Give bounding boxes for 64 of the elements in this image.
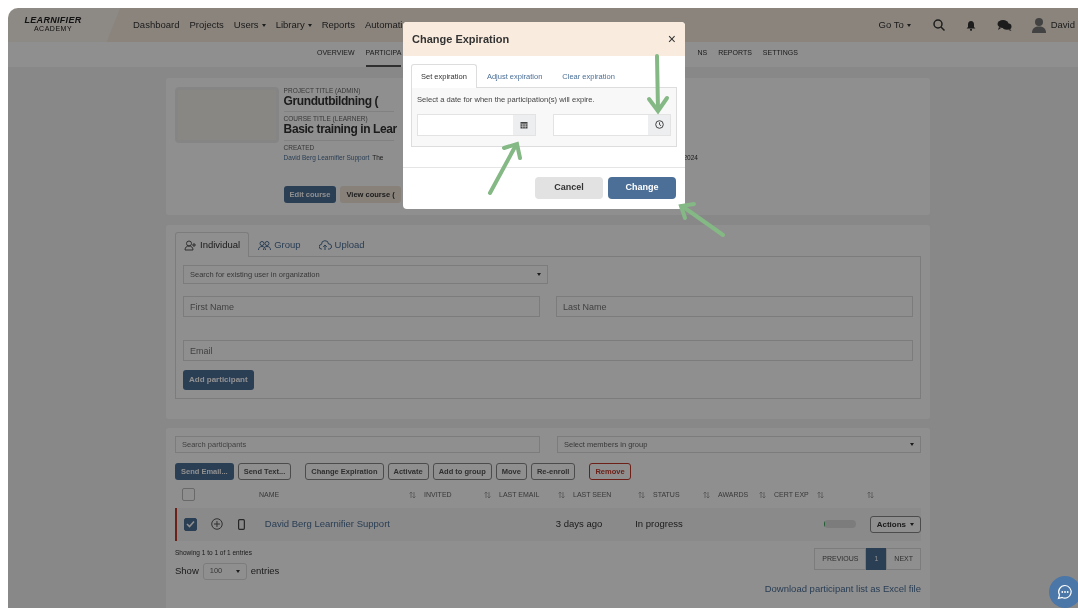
sort-icon[interactable] [558, 490, 565, 499]
sort-icon[interactable] [484, 490, 491, 499]
close-button[interactable]: × [667, 32, 676, 46]
sort-icon[interactable] [409, 490, 416, 499]
sort-icon[interactable] [867, 490, 874, 499]
download-excel-link[interactable]: Download participant list as Excel file [764, 581, 921, 596]
caret-icon [910, 442, 914, 446]
nav-link[interactable]: Projects [189, 17, 224, 33]
annotation-arrow [678, 202, 725, 237]
chat-bubbles-icon[interactable] [996, 19, 1012, 31]
actions-dropdown[interactable]: Actions [869, 515, 921, 534]
dialog-title: Change Expiration [412, 31, 510, 47]
add-participant-button[interactable]: Add participant [183, 370, 254, 390]
entries-label: entries [250, 563, 280, 578]
speech-bubble-icon [1057, 584, 1073, 600]
show-label: Show [175, 563, 199, 578]
search-icon[interactable] [932, 19, 945, 31]
goto-dropdown[interactable]: Go To [878, 17, 911, 33]
form-tab[interactable]: Individual [175, 232, 250, 258]
caret-icon [906, 23, 911, 27]
row-checkbox[interactable] [184, 517, 197, 531]
sort-icon[interactable] [703, 490, 710, 499]
email-field[interactable]: Email [183, 340, 913, 362]
cloud-upload-icon [318, 239, 332, 251]
clock-icon[interactable] [654, 120, 664, 130]
nav-link[interactable]: Library [275, 17, 312, 33]
first-name-field[interactable]: First Name [183, 296, 540, 318]
sort-icon[interactable] [759, 490, 766, 499]
nav-link[interactable]: Automati [364, 17, 403, 33]
person-add-icon [184, 239, 197, 251]
group-icon [258, 239, 272, 251]
last-seen-cell-text: 3 days ago [555, 517, 604, 532]
project-title: Grundutbildning ( [283, 94, 379, 110]
nav-link[interactable]: Users [233, 17, 266, 33]
check-icon [185, 520, 195, 529]
caret-icon [235, 569, 240, 573]
date-field[interactable] [417, 113, 536, 136]
sort-icon[interactable] [817, 490, 824, 499]
sort-icon[interactable] [638, 490, 645, 499]
plus-circle-icon[interactable] [210, 518, 223, 531]
user-avatar-icon[interactable] [1031, 17, 1046, 33]
user-menu[interactable]: David [1050, 17, 1078, 33]
annotation-arrow [647, 54, 669, 115]
participant-row[interactable]: David Berg Learnifier Support 3 days ago In progress Actions [175, 507, 921, 541]
caret-icon [537, 273, 541, 277]
status-cell-text: In progress [635, 517, 684, 532]
logo-text: LEARNIFIER [24, 16, 82, 26]
nav-link[interactable]: Dashboard [133, 17, 180, 33]
course-title: Basic training in Lear [283, 122, 397, 138]
change-button[interactable]: Change [608, 176, 676, 199]
caret-icon [910, 522, 914, 526]
participant-name-link[interactable]: David Berg Learnifier Support [264, 517, 556, 532]
nav-link[interactable]: Reports [321, 17, 355, 33]
calendar-icon[interactable] [519, 120, 528, 129]
form-tab[interactable]: Group [249, 232, 310, 258]
last-name-field[interactable]: Last Name [556, 296, 913, 318]
form-tab[interactable]: Upload [309, 232, 374, 258]
phone-icon [237, 518, 245, 530]
annotation-arrow [488, 141, 522, 195]
cancel-button[interactable]: Cancel [535, 176, 603, 199]
chat-button[interactable] [1049, 576, 1078, 608]
time-field[interactable] [552, 113, 671, 136]
select-all-checkbox[interactable] [182, 488, 195, 502]
bell-icon[interactable] [965, 19, 976, 31]
